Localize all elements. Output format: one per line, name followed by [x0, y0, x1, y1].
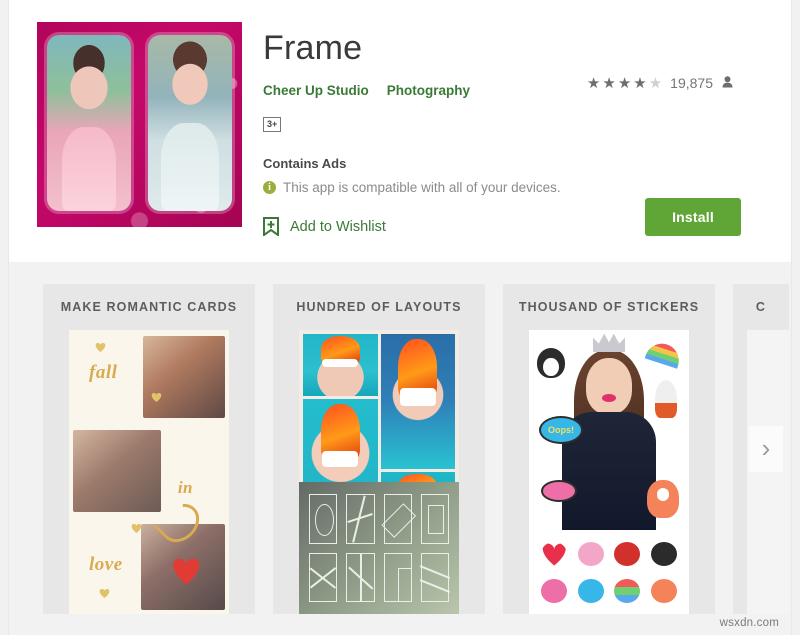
collage-script-in: in — [177, 478, 193, 497]
sticker-thumb-cool[interactable] — [614, 578, 641, 603]
compatibility-text: This app is compatible with all of your … — [283, 180, 561, 196]
screenshot-caption-1: MAKE ROMANTIC CARDS — [60, 300, 238, 314]
sticker-tray — [529, 530, 689, 614]
screenshot-caption-3: THOUSAND OF STICKERS — [518, 300, 700, 314]
heart-icon-1 — [95, 342, 106, 352]
collage-script-love: love — [89, 554, 123, 575]
layout-template-icon-3[interactable] — [383, 494, 412, 544]
sticker-thumb-lips[interactable] — [541, 578, 568, 603]
chevron-right-icon: › — [761, 433, 771, 463]
layout-template-icon-7[interactable] — [383, 552, 412, 602]
star-icon-5: ★ — [648, 75, 664, 92]
star-icon-1: ★ — [586, 75, 602, 92]
oops-sticker-icon: Oops! — [539, 416, 583, 444]
monster-sticker-icon — [647, 480, 679, 518]
star-icon-3: ★ — [617, 75, 633, 92]
person-icon — [722, 75, 733, 91]
rocket-sticker-icon — [655, 380, 677, 418]
rating-count: 19,875 — [670, 75, 713, 91]
screenshots-track: MAKE ROMANTIC CARDS fall in love HUNDRED… — [43, 284, 789, 614]
star-rating: ★ ★ ★ ★ ★ — [587, 74, 663, 92]
contains-ads-label: Contains Ads — [263, 156, 347, 172]
penguin-sticker-icon — [537, 348, 565, 378]
category-link[interactable]: Photography — [387, 83, 470, 98]
screenshot-card-3[interactable]: THOUSAND OF STICKERS Oops! — [503, 284, 715, 614]
sticker-thumb-oops[interactable] — [577, 578, 604, 603]
sticker-thumb-penguin[interactable] — [650, 541, 677, 566]
collage-photo-2 — [73, 430, 161, 512]
layout-photo-a — [303, 334, 378, 396]
app-icon-wrapper — [37, 22, 242, 227]
layout-photo-b — [380, 334, 455, 469]
screenshots-carousel: MAKE ROMANTIC CARDS fall in love HUNDRED… — [9, 262, 791, 635]
screenshot-image-1: fall in love — [69, 330, 229, 614]
compatibility-row: i This app is compatible with all of you… — [263, 180, 767, 195]
layout-template-icon-4[interactable] — [420, 494, 449, 544]
screenshot-image-2 — [299, 330, 459, 614]
layout-template-icon-1[interactable] — [309, 494, 338, 544]
screenshot-caption-2: HUNDRED OF LAYOUTS — [296, 300, 462, 314]
screenshot-card-2[interactable]: HUNDRED OF LAYOUTS — [273, 284, 485, 614]
screenshot-image-4 — [747, 330, 789, 614]
screenshot-card-1[interactable]: MAKE ROMANTIC CARDS fall in love — [43, 284, 255, 614]
wishlist-label: Add to Wishlist — [290, 218, 386, 235]
lips-sticker-icon — [541, 480, 577, 502]
bookmark-plus-icon — [263, 217, 279, 237]
app-icon — [37, 22, 242, 227]
install-button[interactable]: Install — [645, 198, 741, 237]
sticker-thumb-unicorn[interactable] — [577, 541, 604, 566]
rating-block: ★ ★ ★ ★ ★ 19,875 — [587, 74, 733, 92]
layout-template-icon-6[interactable] — [346, 552, 375, 602]
content-rating-badge: 3+ — [263, 117, 282, 133]
screenshot-image-3: Oops! — [529, 330, 689, 614]
sticker-thumb-rose[interactable] — [614, 541, 641, 566]
sticker-thumb-heart[interactable] — [541, 542, 567, 566]
layout-template-icon-8[interactable] — [420, 552, 449, 602]
star-icon-2: ★ — [602, 75, 617, 92]
developer-link[interactable]: Cheer Up Studio — [263, 83, 369, 98]
app-detail-header: Frame Cheer Up Studio Photography ★ ★ ★ … — [9, 0, 791, 262]
page-title: Frame — [263, 29, 363, 67]
app-icon-photo-right — [148, 35, 232, 211]
app-info: Frame Cheer Up Studio Photography ★ ★ ★ … — [263, 22, 767, 237]
sticker-thumb-monster[interactable] — [650, 578, 677, 603]
heart-icon-4 — [99, 588, 112, 600]
info-icon: i — [263, 181, 276, 195]
carousel-next-button[interactable]: › — [749, 425, 783, 472]
screenshot-caption-4: C — [755, 300, 767, 314]
app-icon-photo-left — [47, 35, 131, 211]
layout-template-tray — [299, 482, 459, 614]
collage-script-fall: fall — [89, 362, 118, 383]
play-store-page: Frame Cheer Up Studio Photography ★ ★ ★ … — [8, 0, 792, 635]
collage-photo-1 — [143, 336, 225, 418]
sticker-model-photo — [561, 342, 657, 542]
layout-template-icon-5[interactable] — [309, 552, 338, 602]
star-icon-4: ★ — [633, 75, 648, 92]
watermark: wsxdn.com — [719, 617, 779, 629]
layout-template-icon-2[interactable] — [346, 494, 375, 544]
